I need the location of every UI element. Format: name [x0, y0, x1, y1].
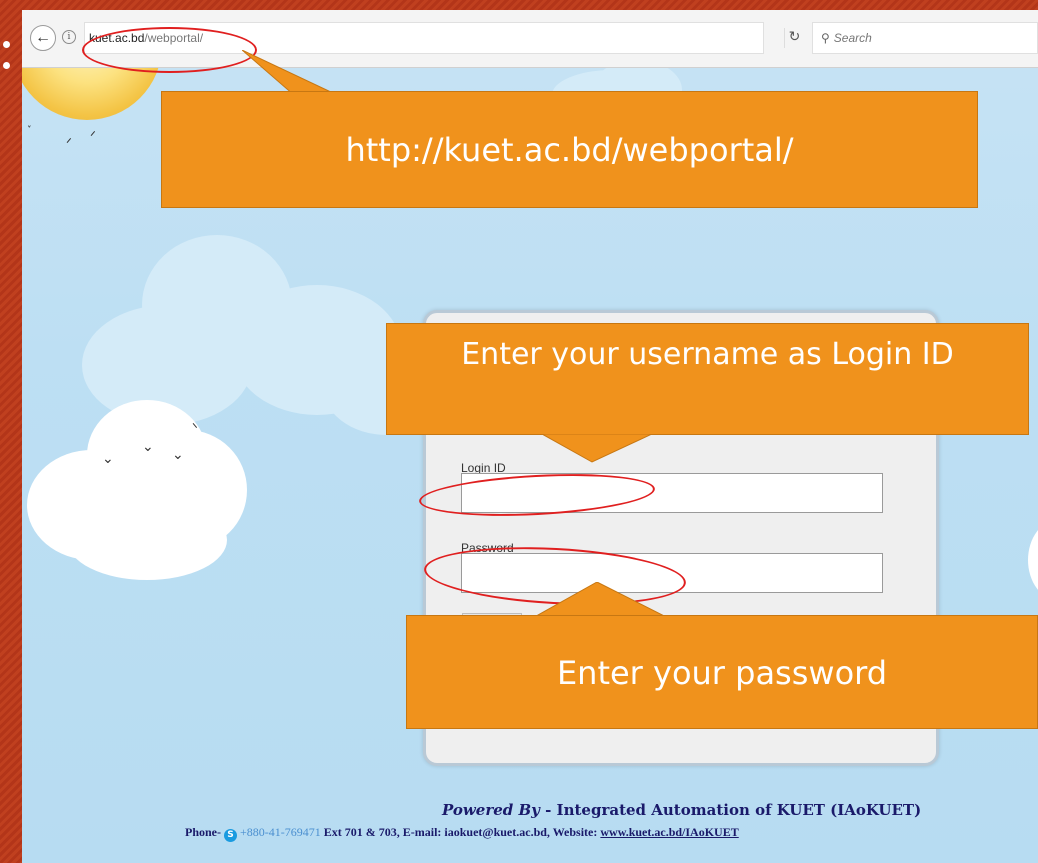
password-callout-text: Enter your password: [556, 654, 888, 692]
slide-bullet: [3, 41, 10, 48]
username-callout-text: Enter your username as Login ID: [461, 337, 954, 372]
username-callout-pointer: [542, 434, 652, 463]
bird-icon: ⌄: [102, 450, 114, 466]
website-link[interactable]: www.kuet.ac.bd/IAoKUET: [600, 825, 738, 839]
username-callout: Enter your username as Login ID: [386, 323, 1029, 435]
bird-icon: ⌄: [142, 438, 154, 454]
bird-icon: ᐠ: [192, 420, 198, 436]
slide-bullet: [3, 62, 10, 69]
phone-number: +880-41-769471: [240, 825, 321, 839]
back-arrow-icon[interactable]: ←: [30, 25, 56, 51]
organization-name: - Integrated Automation of KUET (IAoKUET…: [539, 801, 922, 819]
slide-top-border: [0, 0, 1038, 10]
contact-details: Ext 701 & 703, E-mail: iaokuet@kuet.ac.b…: [320, 825, 601, 839]
bird-icon: ᐟ: [66, 135, 72, 151]
powered-by-line: Powered By - Integrated Automation of KU…: [442, 801, 1002, 819]
magnifier-icon: ⚲: [821, 31, 830, 45]
webportal-screenshot: ˯ ᐟ ᐟ ⌄ ⌄ ⌄ ᐠ ← i kuet.ac.bd/webportal/ …: [22, 10, 1038, 863]
search-input[interactable]: ⚲ Search: [812, 22, 1038, 54]
search-placeholder: Search: [833, 31, 872, 45]
password-callout: Enter your password: [406, 615, 1038, 729]
bird-icon: ᐟ: [90, 128, 96, 144]
bird-icon: ˯: [27, 112, 32, 128]
phone-label: Phone-: [185, 825, 221, 839]
url-highlight-circle: [82, 27, 257, 73]
url-callout: http://kuet.ac.bd/webportal/: [161, 91, 978, 208]
powered-by-label: Powered By: [442, 801, 540, 819]
bird-icon: ⌄: [172, 446, 184, 462]
info-icon[interactable]: i: [62, 30, 76, 44]
url-callout-text: http://kuet.ac.bd/webportal/: [345, 131, 794, 169]
contact-line: Phone- S +880-41-769471 Ext 701 & 703, E…: [185, 825, 1021, 842]
reload-icon[interactable]: ↻: [784, 28, 804, 48]
slide-left-border: [0, 0, 22, 863]
skype-icon: S: [224, 829, 237, 842]
